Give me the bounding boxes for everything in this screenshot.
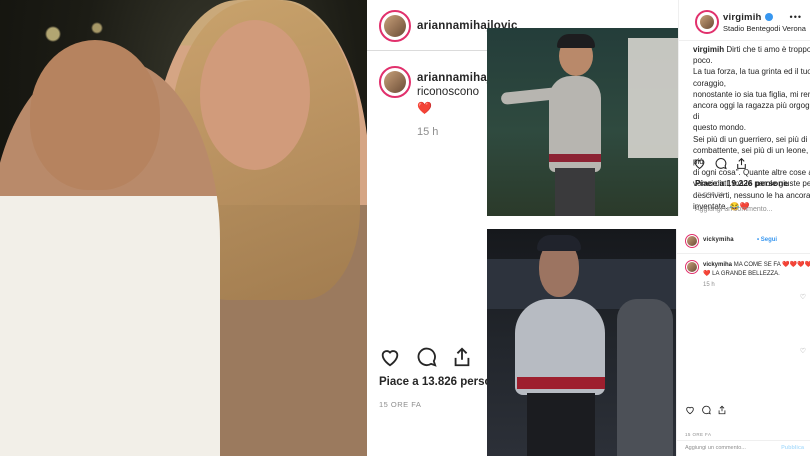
footer-divider	[677, 440, 810, 441]
verified-icon	[764, 13, 773, 22]
background-vehicle	[628, 38, 678, 158]
like-count[interactable]: Piace a 19.226 persone	[695, 178, 788, 188]
add-comment-input[interactable]: Aggiungi un commento...	[695, 206, 772, 213]
post-actions	[693, 157, 748, 170]
comment-icon[interactable]	[415, 346, 437, 368]
woman-face	[200, 20, 310, 170]
heart-icon[interactable]	[379, 346, 401, 368]
header-divider	[679, 40, 810, 41]
caption-line: La tua forza, la tua grinta ed il tuo co…	[693, 67, 810, 88]
man-head	[30, 40, 160, 190]
post-location[interactable]: Stadio Bentegodi Verona	[723, 24, 806, 33]
coach-cap	[557, 34, 595, 48]
comment-avatar[interactable]	[685, 260, 699, 274]
post-timestamp: 15 ORE FA	[685, 432, 712, 437]
more-options-icon[interactable]: •••	[790, 12, 802, 22]
follow-button[interactable]: • Segui	[757, 237, 777, 243]
coach-cap	[537, 235, 581, 251]
comment-avatar[interactable]	[379, 66, 411, 98]
coach-legs	[555, 168, 595, 216]
header-divider	[677, 253, 810, 254]
comment-like-icon[interactable]: ♡	[800, 347, 806, 355]
instagram-post-vickymiha: vickymiha • Segui vickymiha MA COME SE F…	[676, 229, 810, 456]
comment-icon[interactable]	[701, 405, 711, 415]
instagram-post-virgimih: virgimih Stadio Bentegodi Verona ••• vir…	[678, 0, 810, 216]
comment-icon[interactable]	[714, 157, 727, 170]
post-actions	[379, 346, 473, 368]
coach-photo-sideline	[487, 28, 678, 216]
publish-button[interactable]: Pubblica	[781, 445, 804, 451]
caption-line: Sei più di un guerriero, sei più di un	[693, 134, 810, 144]
avatar[interactable]	[685, 234, 699, 248]
couple-photo	[0, 0, 367, 456]
caption-line: questo mondo.	[693, 123, 746, 133]
caption-line: nonostante io sia tua figlia, mi rendono	[693, 89, 810, 99]
heart-icon[interactable]	[685, 405, 695, 415]
background-person	[617, 299, 673, 456]
comment-time: 15 h	[417, 126, 439, 138]
coach-legs	[527, 393, 595, 456]
share-icon[interactable]	[717, 405, 727, 415]
avatar[interactable]	[695, 10, 719, 34]
comment-like-icon[interactable]: ♡	[800, 293, 806, 301]
comment-text: vickymiha MA COME SE FA ❤️❤️❤️❤️❤️ LA GR…	[703, 262, 810, 277]
share-icon[interactable]	[735, 157, 748, 170]
post-timestamp: 15 ORE FA	[695, 192, 724, 198]
avatar[interactable]	[379, 10, 411, 42]
coach-sash	[517, 377, 605, 389]
heart-icon[interactable]	[693, 157, 706, 170]
post-username[interactable]: vickymiha	[703, 237, 734, 243]
caption-username[interactable]: virgimih	[693, 45, 724, 54]
heart-emoji: ❤️	[417, 101, 432, 115]
coach-photo-stadium	[487, 229, 676, 456]
comment-text: riconoscono	[417, 86, 480, 98]
post-timestamp: 15 ORE FA	[379, 400, 422, 409]
header-divider	[367, 50, 487, 51]
share-icon[interactable]	[451, 346, 473, 368]
instagram-post-arianna: ariannamihajlovic ariannamihajlovic rico…	[367, 0, 517, 456]
post-actions	[685, 405, 727, 415]
coach-sash	[549, 154, 601, 162]
caption-line: ancora oggi la ragazza più orgogliosa di	[693, 101, 810, 122]
add-comment-input[interactable]: Aggiungi un commento...	[685, 445, 746, 451]
post-username[interactable]: virgimih	[723, 12, 773, 23]
comment-username[interactable]: vickymiha	[703, 262, 732, 268]
comment-time: 15 h	[703, 282, 715, 288]
